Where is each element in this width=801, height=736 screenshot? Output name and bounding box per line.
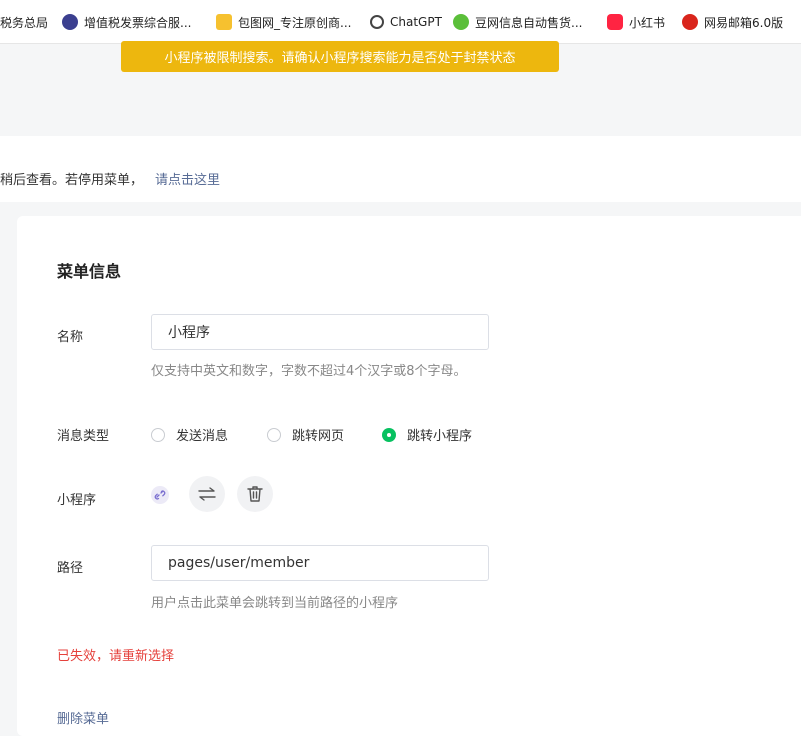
name-label: 名称 [57, 330, 84, 345]
miniprogram-label: 小程序 [57, 493, 97, 508]
hint-message: 稍后查看。若停用菜单， [0, 173, 144, 188]
bookmark-xiaohongshu[interactable]: 小红书 [607, 13, 665, 31]
bookmark-douwang[interactable]: 豆网信息自动售货... [453, 13, 582, 31]
bookmark-baotu[interactable]: 包图网_专注原创商... [216, 13, 351, 31]
radio-jump-miniprogram[interactable]: 跳转小程序 [382, 425, 472, 444]
netease-mail-icon [682, 14, 698, 30]
bookmark-label: 包图网_专注原创商... [238, 15, 352, 30]
xiaohongshu-icon [607, 14, 623, 30]
radio-circle [267, 427, 281, 442]
path-label: 路径 [57, 561, 84, 576]
section-title: 菜单信息 [57, 262, 122, 281]
swap-icon [198, 487, 216, 501]
radio-jump-webpage[interactable]: 跳转网页 [267, 425, 344, 444]
radio-label: 发送消息 [176, 429, 229, 444]
invoice-icon [62, 14, 78, 30]
bookmark-chatgpt[interactable]: ChatGPT [370, 13, 442, 31]
miniprogram-link-icon [151, 486, 169, 504]
hint-text: 稍后查看。若停用菜单， 请点击这里 [0, 169, 220, 188]
delete-button[interactable] [237, 476, 273, 512]
delete-menu-link[interactable]: 删除菜单 [57, 708, 109, 727]
notice-banner: 小程序被限制搜索。请确认小程序搜索能力是否处于封禁状态 [121, 41, 559, 72]
bookmark-label: 网易邮箱6.0版 [704, 15, 784, 30]
bookmark-label: ChatGPT [390, 15, 442, 29]
radio-label: 跳转小程序 [407, 429, 473, 444]
message-type-label: 消息类型 [57, 429, 110, 444]
trash-icon [247, 486, 263, 502]
bookmark-label: 豆网信息自动售货... [475, 15, 583, 30]
radio-circle-selected [382, 427, 396, 442]
path-input[interactable]: pages/user/member [151, 545, 489, 581]
baotu-icon [216, 14, 232, 30]
bookmark-label: 小红书 [629, 15, 666, 30]
name-help-text: 仅支持中英文和数字，字数不超过4个汉字或8个字母。 [151, 364, 467, 379]
bookmarks-bar: 税务总局 增值税发票综合服... 包图网_专注原创商... ChatGPT 豆网… [0, 0, 801, 44]
bookmark-label: 税务总局 [0, 15, 49, 30]
douwang-icon [453, 14, 469, 30]
disable-menu-link[interactable]: 请点击这里 [155, 173, 220, 188]
bookmark-netease-mail[interactable]: 网易邮箱6.0版 [682, 13, 783, 31]
chatgpt-icon [370, 15, 384, 29]
radio-label: 跳转网页 [292, 429, 345, 444]
bookmark-tax[interactable]: 税务总局 [0, 13, 48, 31]
swap-button[interactable] [189, 476, 225, 512]
name-input[interactable]: 小程序 [151, 314, 489, 350]
error-message: 已失效，请重新选择 [57, 649, 175, 664]
bookmark-label: 增值税发票综合服... [84, 15, 192, 30]
bookmark-invoice[interactable]: 增值税发票综合服... [62, 13, 191, 31]
radio-circle [151, 427, 165, 442]
path-help-text: 用户点击此菜单会跳转到当前路径的小程序 [151, 596, 399, 611]
radio-send-message[interactable]: 发送消息 [151, 425, 228, 444]
